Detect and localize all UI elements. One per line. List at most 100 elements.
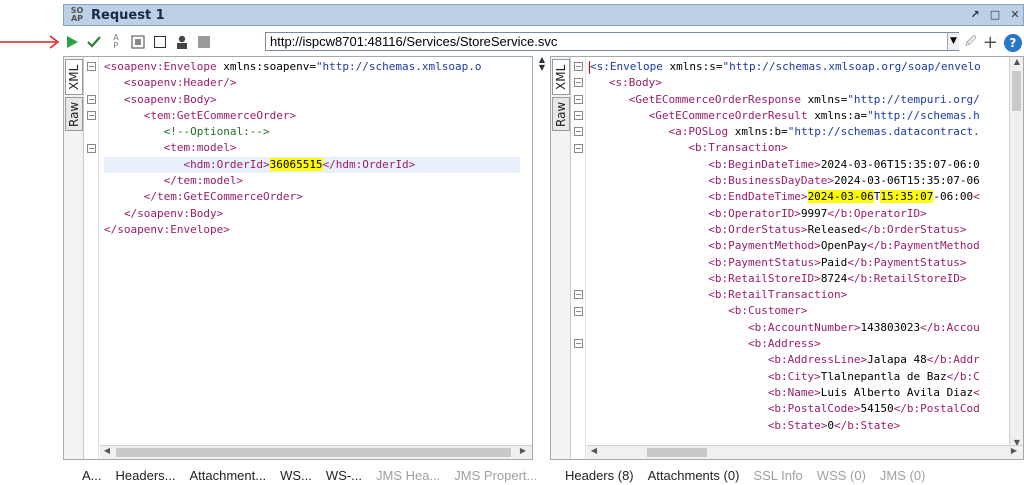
horizontal-scrollbar[interactable]: ◀ ▶ — [100, 445, 532, 459]
bottom-tab[interactable]: SSL Info — [753, 468, 802, 483]
maximize-icon[interactable]: □ — [987, 7, 1003, 23]
bottom-tab[interactable]: Headers (8) — [565, 468, 634, 483]
format-icon[interactable] — [129, 33, 147, 51]
code-line[interactable]: <b:Customer> — [589, 303, 1009, 319]
code-line[interactable]: <b:BeginDateTime>2024-03-06T15:35:07-06:… — [589, 157, 1009, 173]
code-line[interactable]: <soapenv:Body> — [104, 92, 520, 108]
bottom-tab[interactable]: WSS (0) — [817, 468, 866, 483]
user-icon[interactable] — [173, 33, 191, 51]
code-line[interactable]: <b:RetailTransaction> — [589, 287, 1009, 303]
add-endpoint-button[interactable]: + — [983, 32, 998, 53]
tab-xml[interactable]: XML — [65, 59, 83, 95]
fold-toggle-icon[interactable]: − — [87, 94, 96, 104]
bottom-tab[interactable]: JMS Hea... — [376, 468, 440, 483]
code-line[interactable]: <soapenv:Header/> — [104, 75, 520, 91]
tab-raw[interactable]: Raw — [65, 97, 83, 131]
checkbox-icon[interactable] — [151, 33, 169, 51]
code-line[interactable]: <b:Transaction> — [589, 140, 1009, 156]
code-line[interactable]: <b:AddressLine>Jalapa 48</b:Addr — [589, 352, 1009, 368]
bottom-tab[interactable]: Attachment... — [190, 468, 267, 483]
code-token: <s:Envelope — [590, 60, 670, 73]
code-line[interactable]: <b:City>Tlalnepantla de Baz</b:C — [589, 369, 1009, 385]
chevron-down-icon[interactable]: ▼ — [947, 33, 959, 50]
code-line[interactable]: <s:Body> — [589, 75, 1009, 91]
code-token: </b:PaymentMethod — [867, 239, 980, 253]
fold-toggle-icon[interactable]: − — [574, 339, 583, 349]
code-line[interactable]: <b:Name>Luis Alberto Avila Diaz< — [589, 385, 1009, 401]
tab-raw[interactable]: Raw — [552, 97, 570, 131]
code-line[interactable]: <tem:GetECommerceOrder> — [104, 108, 520, 124]
help-icon[interactable]: ? — [1003, 33, 1022, 52]
code-line[interactable]: <b:BusinessDayDate>2024-03-06T15:35:07-0… — [589, 173, 1009, 189]
code-line[interactable]: <b:OrderStatus>Released</b:OrderStatus> — [589, 222, 1009, 238]
code-token: xmlns — [807, 92, 841, 106]
bottom-tab[interactable]: Headers... — [116, 468, 176, 483]
horizontal-scrollbar[interactable]: ◀ ▶ — [587, 445, 1023, 459]
code-line[interactable]: <GetECommerceOrderResponse xmlns="http:/… — [589, 92, 1009, 108]
code-line[interactable]: </tem:GetECommerceOrder> — [104, 189, 520, 205]
panel-splitter[interactable]: ▲ ▼ — [537, 56, 547, 460]
code-line[interactable]: <a:POSLog xmlns:b="http://schemas.dataco… — [589, 124, 1009, 140]
code-line[interactable]: <b:PaymentMethod>OpenPay</b:PaymentMetho… — [589, 238, 1009, 254]
code-line[interactable]: <b:State>0</b:State> — [589, 418, 1009, 434]
code-line[interactable]: <GetECommerceOrderResult xmlns:a="http:/… — [589, 108, 1009, 124]
code-line[interactable]: <!--Optional:--> — [104, 124, 520, 140]
edit-endpoint-icon[interactable]: 🖉 — [965, 33, 977, 52]
code-line[interactable]: <b:PostalCode>54150</b:PostalCod — [589, 401, 1009, 417]
endpoint-url-input[interactable]: http://ispcw8701:48116/Services/StoreSer… — [265, 32, 959, 51]
tab-xml[interactable]: XML — [552, 59, 570, 95]
bottom-tab[interactable]: JMS (0) — [880, 468, 926, 483]
vertical-scrollbar[interactable]: ▲ ▼ — [1009, 57, 1023, 447]
code-line[interactable]: <b:AccountNumber>143803023</b:Accou — [589, 320, 1009, 336]
code-line[interactable]: <b:PaymentStatus>Paid</b:PaymentStatus> — [589, 255, 1009, 271]
code-token: "http://schemas.xmlsoap.o — [315, 60, 482, 73]
code-line[interactable]: <b:EndDateTime>2024-03-06T15:35:07-06:00… — [589, 189, 1009, 205]
bottom-tab[interactable]: WS... — [280, 468, 312, 483]
fold-toggle-icon[interactable]: − — [574, 78, 583, 88]
code-token: -06:00 — [933, 190, 974, 204]
code-token: <b:Name> — [767, 385, 821, 399]
code-line[interactable]: <s:Envelope xmlns:s="http://schemas.xmls… — [589, 59, 1009, 75]
code-line[interactable]: </soapenv:Envelope> — [104, 222, 520, 238]
close-icon[interactable]: ✕ — [1007, 7, 1023, 23]
code-line[interactable]: </tem:model> — [104, 173, 520, 189]
restore-icon[interactable]: ↗ — [967, 7, 983, 23]
bottom-tab[interactable]: Attachments (0) — [648, 468, 740, 483]
code-line[interactable]: <soapenv:Envelope xmlns:soapenv="http://… — [104, 59, 520, 75]
fold-toggle-icon[interactable]: − — [87, 110, 96, 120]
code-line[interactable]: <b:OperatorID>9997</b:OperatorID> — [589, 206, 1009, 222]
stop-icon[interactable] — [195, 33, 213, 51]
bottom-tab[interactable]: WS-... — [326, 468, 362, 483]
request-view-tabs: XML Raw — [64, 57, 84, 459]
code-token: <b:EndDateTime> — [708, 190, 808, 204]
bottom-tab[interactable]: A... — [82, 468, 102, 483]
request-xml-editor[interactable]: <soapenv:Envelope xmlns:soapenv="http://… — [104, 59, 520, 238]
ws-a-icon[interactable]: AP — [107, 33, 125, 51]
fold-toggle-icon[interactable]: − — [574, 306, 583, 316]
code-line[interactable]: <b:Address> — [589, 336, 1009, 352]
bottom-tab[interactable]: JMS Propert... — [454, 468, 537, 483]
code-token: </soapenv:Envelope> — [104, 222, 230, 236]
code-line[interactable]: <tem:model> — [104, 140, 520, 156]
fold-toggle-icon[interactable]: − — [574, 143, 583, 153]
code-token: </b:PostalCod — [893, 402, 980, 416]
fold-toggle-icon[interactable]: − — [574, 94, 583, 104]
fold-toggle-icon[interactable]: − — [574, 290, 583, 300]
fold-toggle-icon[interactable]: − — [574, 62, 583, 71]
code-line[interactable]: </soapenv:Body> — [104, 206, 520, 222]
fold-toggle-icon[interactable]: − — [87, 143, 96, 153]
fold-toggle-icon[interactable]: − — [574, 127, 583, 137]
fold-toggle-icon[interactable]: − — [574, 110, 583, 120]
response-xml-editor[interactable]: <s:Envelope xmlns:s = "http://schemas.xmls… — [589, 59, 1009, 434]
request-title-bar[interactable]: SO AP Request 1 ↗ □ ✕ — [63, 4, 1024, 26]
code-line[interactable]: <hdm:OrderId>36065515</hdm:OrderId> — [104, 156, 520, 174]
code-line[interactable]: <b:RetailStoreID>8724</b:RetailStoreID> — [589, 271, 1009, 287]
add-wss-icon[interactable] — [85, 33, 103, 51]
play-icon[interactable] — [63, 33, 81, 51]
fold-toggle-icon[interactable]: − — [87, 62, 96, 71]
